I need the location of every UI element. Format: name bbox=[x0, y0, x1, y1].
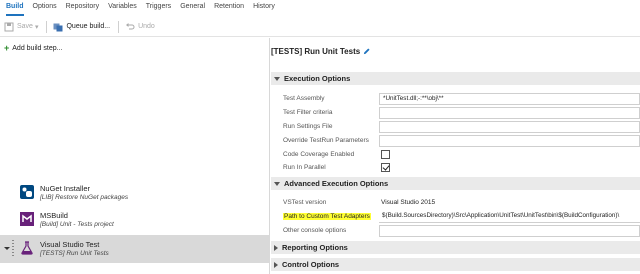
field-label: Test Filter criteria bbox=[283, 109, 333, 116]
section-title: Execution Options bbox=[284, 74, 351, 83]
add-build-step-button[interactable]: + Add build step... bbox=[4, 43, 63, 53]
vstest-version-select[interactable]: Visual Studio 2015 bbox=[381, 199, 435, 206]
tab-general[interactable]: General bbox=[180, 0, 205, 16]
custom-adapters-input[interactable]: $(Build.SourcesDirectory)\Src\Applicatio… bbox=[379, 211, 640, 223]
field-label: Test Assembly bbox=[283, 95, 325, 102]
save-button[interactable]: Save ▾ bbox=[4, 22, 38, 32]
undo-label: Undo bbox=[138, 23, 155, 30]
row-test-assembly: Test Assembly *UnitTest.dll;-:**\obj\** bbox=[271, 92, 640, 106]
step-subtitle: [TESTS] Run Unit Tests bbox=[40, 250, 109, 257]
tab-retention[interactable]: Retention bbox=[214, 0, 244, 16]
drag-handle[interactable] bbox=[12, 240, 14, 258]
chevron-down-icon bbox=[274, 181, 280, 186]
pencil-icon[interactable] bbox=[363, 48, 370, 55]
tab-triggers[interactable]: Triggers bbox=[146, 0, 171, 16]
save-icon bbox=[4, 22, 14, 31]
flask-icon bbox=[21, 241, 33, 255]
queue-build-label: Queue build... bbox=[66, 23, 111, 30]
row-console-options: Other console options bbox=[271, 224, 640, 238]
tab-options[interactable]: Options bbox=[33, 0, 57, 16]
tab-history[interactable]: History bbox=[253, 0, 275, 16]
field-label: Path to Custom Test Adapters bbox=[283, 213, 371, 220]
msbuild-icon bbox=[20, 212, 34, 226]
add-build-step-label: Add build step... bbox=[12, 44, 63, 52]
row-run-settings: Run Settings File bbox=[271, 120, 640, 134]
step-title: [TESTS] Run Unit Tests bbox=[271, 47, 370, 56]
queue-build-button[interactable]: Queue build... bbox=[53, 22, 110, 32]
test-filter-input[interactable] bbox=[379, 107, 640, 119]
field-label: Override TestRun Parameters bbox=[283, 137, 369, 144]
build-step-msbuild[interactable]: MSBuild [Build] Unit - Tests project bbox=[0, 208, 270, 232]
step-subtitle: [LIB] Restore NuGet packages bbox=[40, 194, 129, 201]
field-label: Run Settings File bbox=[283, 123, 333, 130]
step-title-text: [TESTS] Run Unit Tests bbox=[271, 47, 361, 56]
chevron-right-icon bbox=[274, 261, 278, 268]
chevron-down-icon[interactable]: ▾ bbox=[35, 23, 39, 31]
save-label: Save bbox=[17, 23, 33, 30]
row-vstest-version: VSTest version Visual Studio 2015 bbox=[271, 196, 640, 210]
row-custom-adapters: Path to Custom Test Adapters $(Build.Sou… bbox=[271, 210, 640, 224]
row-test-filter: Test Filter criteria bbox=[271, 106, 640, 120]
build-steps-panel: + Add build step... NuGet Installer [LIB… bbox=[0, 38, 270, 274]
test-assembly-input[interactable]: *UnitTest.dll;-:**\obj\** bbox=[379, 93, 640, 105]
step-name: NuGet Installer bbox=[40, 184, 91, 193]
code-coverage-checkbox[interactable] bbox=[381, 150, 390, 159]
tab-build[interactable]: Build bbox=[6, 0, 24, 16]
section-advanced-execution-options[interactable]: Advanced Execution Options bbox=[271, 177, 640, 190]
section-title: Advanced Execution Options bbox=[284, 179, 389, 188]
nuget-icon bbox=[20, 185, 34, 199]
override-params-input[interactable] bbox=[379, 135, 640, 147]
undo-button[interactable]: Undo bbox=[125, 22, 155, 32]
plus-icon: + bbox=[4, 43, 10, 53]
row-code-coverage: Code Coverage Enabled bbox=[271, 148, 640, 162]
run-settings-input[interactable] bbox=[379, 121, 640, 133]
section-reporting-options[interactable]: Reporting Options bbox=[271, 241, 640, 254]
field-label: Other console options bbox=[283, 227, 347, 234]
section-title: Reporting Options bbox=[282, 243, 348, 252]
chevron-right-icon bbox=[274, 244, 278, 251]
section-title: Control Options bbox=[282, 260, 340, 269]
step-name: Visual Studio Test bbox=[40, 240, 100, 249]
tab-variables[interactable]: Variables bbox=[108, 0, 137, 16]
build-step-vstest[interactable]: Visual Studio Test [TESTS] Run Unit Test… bbox=[0, 235, 270, 263]
step-subtitle: [Build] Unit - Tests project bbox=[40, 221, 114, 228]
chevron-down-icon bbox=[274, 76, 280, 81]
row-run-parallel: Run In Parallel bbox=[271, 161, 640, 175]
section-control-options[interactable]: Control Options bbox=[271, 258, 640, 271]
field-label: Run In Parallel bbox=[283, 164, 326, 171]
toolbar: Save ▾ Queue build... Undo bbox=[0, 17, 640, 37]
field-label: VSTest version bbox=[283, 199, 327, 206]
row-override-params: Override TestRun Parameters bbox=[271, 134, 640, 148]
run-parallel-checkbox[interactable] bbox=[381, 163, 390, 172]
queue-build-icon bbox=[53, 23, 63, 31]
toolbar-divider bbox=[118, 20, 120, 33]
chevron-down-icon[interactable] bbox=[4, 247, 10, 250]
tab-repository[interactable]: Repository bbox=[66, 0, 99, 16]
section-execution-options[interactable]: Execution Options bbox=[271, 72, 640, 85]
top-tab-bar: Build Options Repository Variables Trigg… bbox=[0, 0, 640, 16]
toolbar-divider bbox=[46, 20, 48, 33]
undo-icon bbox=[126, 22, 135, 29]
build-step-nuget[interactable]: NuGet Installer [LIB] Restore NuGet pack… bbox=[0, 181, 270, 205]
step-details-panel: [TESTS] Run Unit Tests Execution Options… bbox=[271, 38, 640, 274]
console-options-input[interactable] bbox=[379, 225, 640, 237]
step-name: MSBuild bbox=[40, 211, 68, 220]
field-label: Code Coverage Enabled bbox=[283, 151, 355, 158]
